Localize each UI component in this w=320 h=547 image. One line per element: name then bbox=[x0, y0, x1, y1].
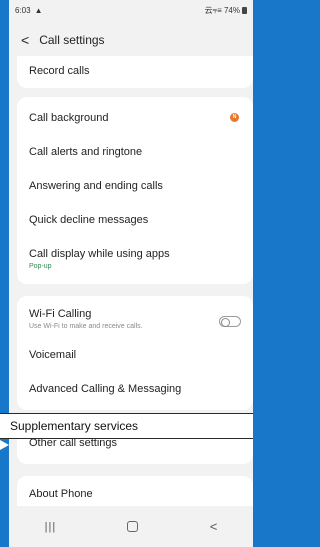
call-alerts-item[interactable]: Call alerts and ringtone bbox=[29, 146, 241, 158]
wifi-calling-item[interactable]: Wi-Fi Calling Use Wi-Fi to make and rece… bbox=[29, 308, 241, 330]
home-icon[interactable] bbox=[127, 521, 139, 532]
status-signal-text: 云⫧≡ 74% bbox=[204, 5, 240, 15]
settings-card-top: Record calls bbox=[17, 56, 253, 88]
advanced-calling-item[interactable]: Advanced Calling & Messaging bbox=[29, 383, 241, 395]
new-badge-icon: N bbox=[230, 113, 239, 122]
call-background-label: Call background bbox=[29, 112, 109, 124]
call-display-label: Call display while using apps bbox=[29, 248, 170, 260]
battery-icon bbox=[242, 6, 247, 14]
wifi-calling-sub: Use Wi-Fi to make and receive calls. bbox=[29, 323, 143, 330]
status-right: 云⫧≡ 74% bbox=[205, 5, 247, 16]
pointer-arrow-icon bbox=[0, 440, 9, 450]
warning-icon: ▲ bbox=[34, 5, 43, 15]
supplementary-services-label[interactable]: Supplementary services bbox=[0, 413, 253, 439]
answering-ending-item[interactable]: Answering and ending calls bbox=[29, 180, 241, 192]
status-bar: 6:03 ▲ 云⫧≡ 74% bbox=[9, 0, 253, 20]
record-calls-item[interactable]: Record calls bbox=[29, 65, 241, 77]
phone-screen: 6:03 ▲ 云⫧≡ 74% < Call settings Record ca… bbox=[9, 0, 253, 547]
about-phone-item[interactable]: About Phone bbox=[29, 488, 93, 500]
call-display-item[interactable]: Call display while using apps Pop-up bbox=[29, 248, 241, 270]
wifi-calling-toggle[interactable] bbox=[219, 316, 241, 327]
quick-decline-item[interactable]: Quick decline messages bbox=[29, 214, 241, 226]
settings-card-call: Call background N Call alerts and ringto… bbox=[17, 97, 253, 284]
call-background-item[interactable]: Call background N bbox=[29, 112, 241, 124]
wifi-calling-label: Wi-Fi Calling bbox=[29, 308, 92, 320]
settings-card-wifi: Wi-Fi Calling Use Wi-Fi to make and rece… bbox=[17, 296, 253, 410]
back-arrow-icon[interactable]: < bbox=[21, 33, 29, 47]
navigation-bar: ||| < bbox=[9, 506, 253, 547]
settings-card-about: About Phone bbox=[17, 476, 253, 506]
recent-apps-icon[interactable]: ||| bbox=[45, 521, 57, 533]
call-display-sub: Pop-up bbox=[29, 263, 52, 270]
status-time: 6:03 bbox=[15, 5, 31, 15]
page-title: Call settings bbox=[39, 33, 105, 47]
nav-back-icon[interactable]: < bbox=[210, 519, 218, 534]
voicemail-item[interactable]: Voicemail bbox=[29, 349, 241, 361]
header: < Call settings bbox=[9, 28, 253, 52]
